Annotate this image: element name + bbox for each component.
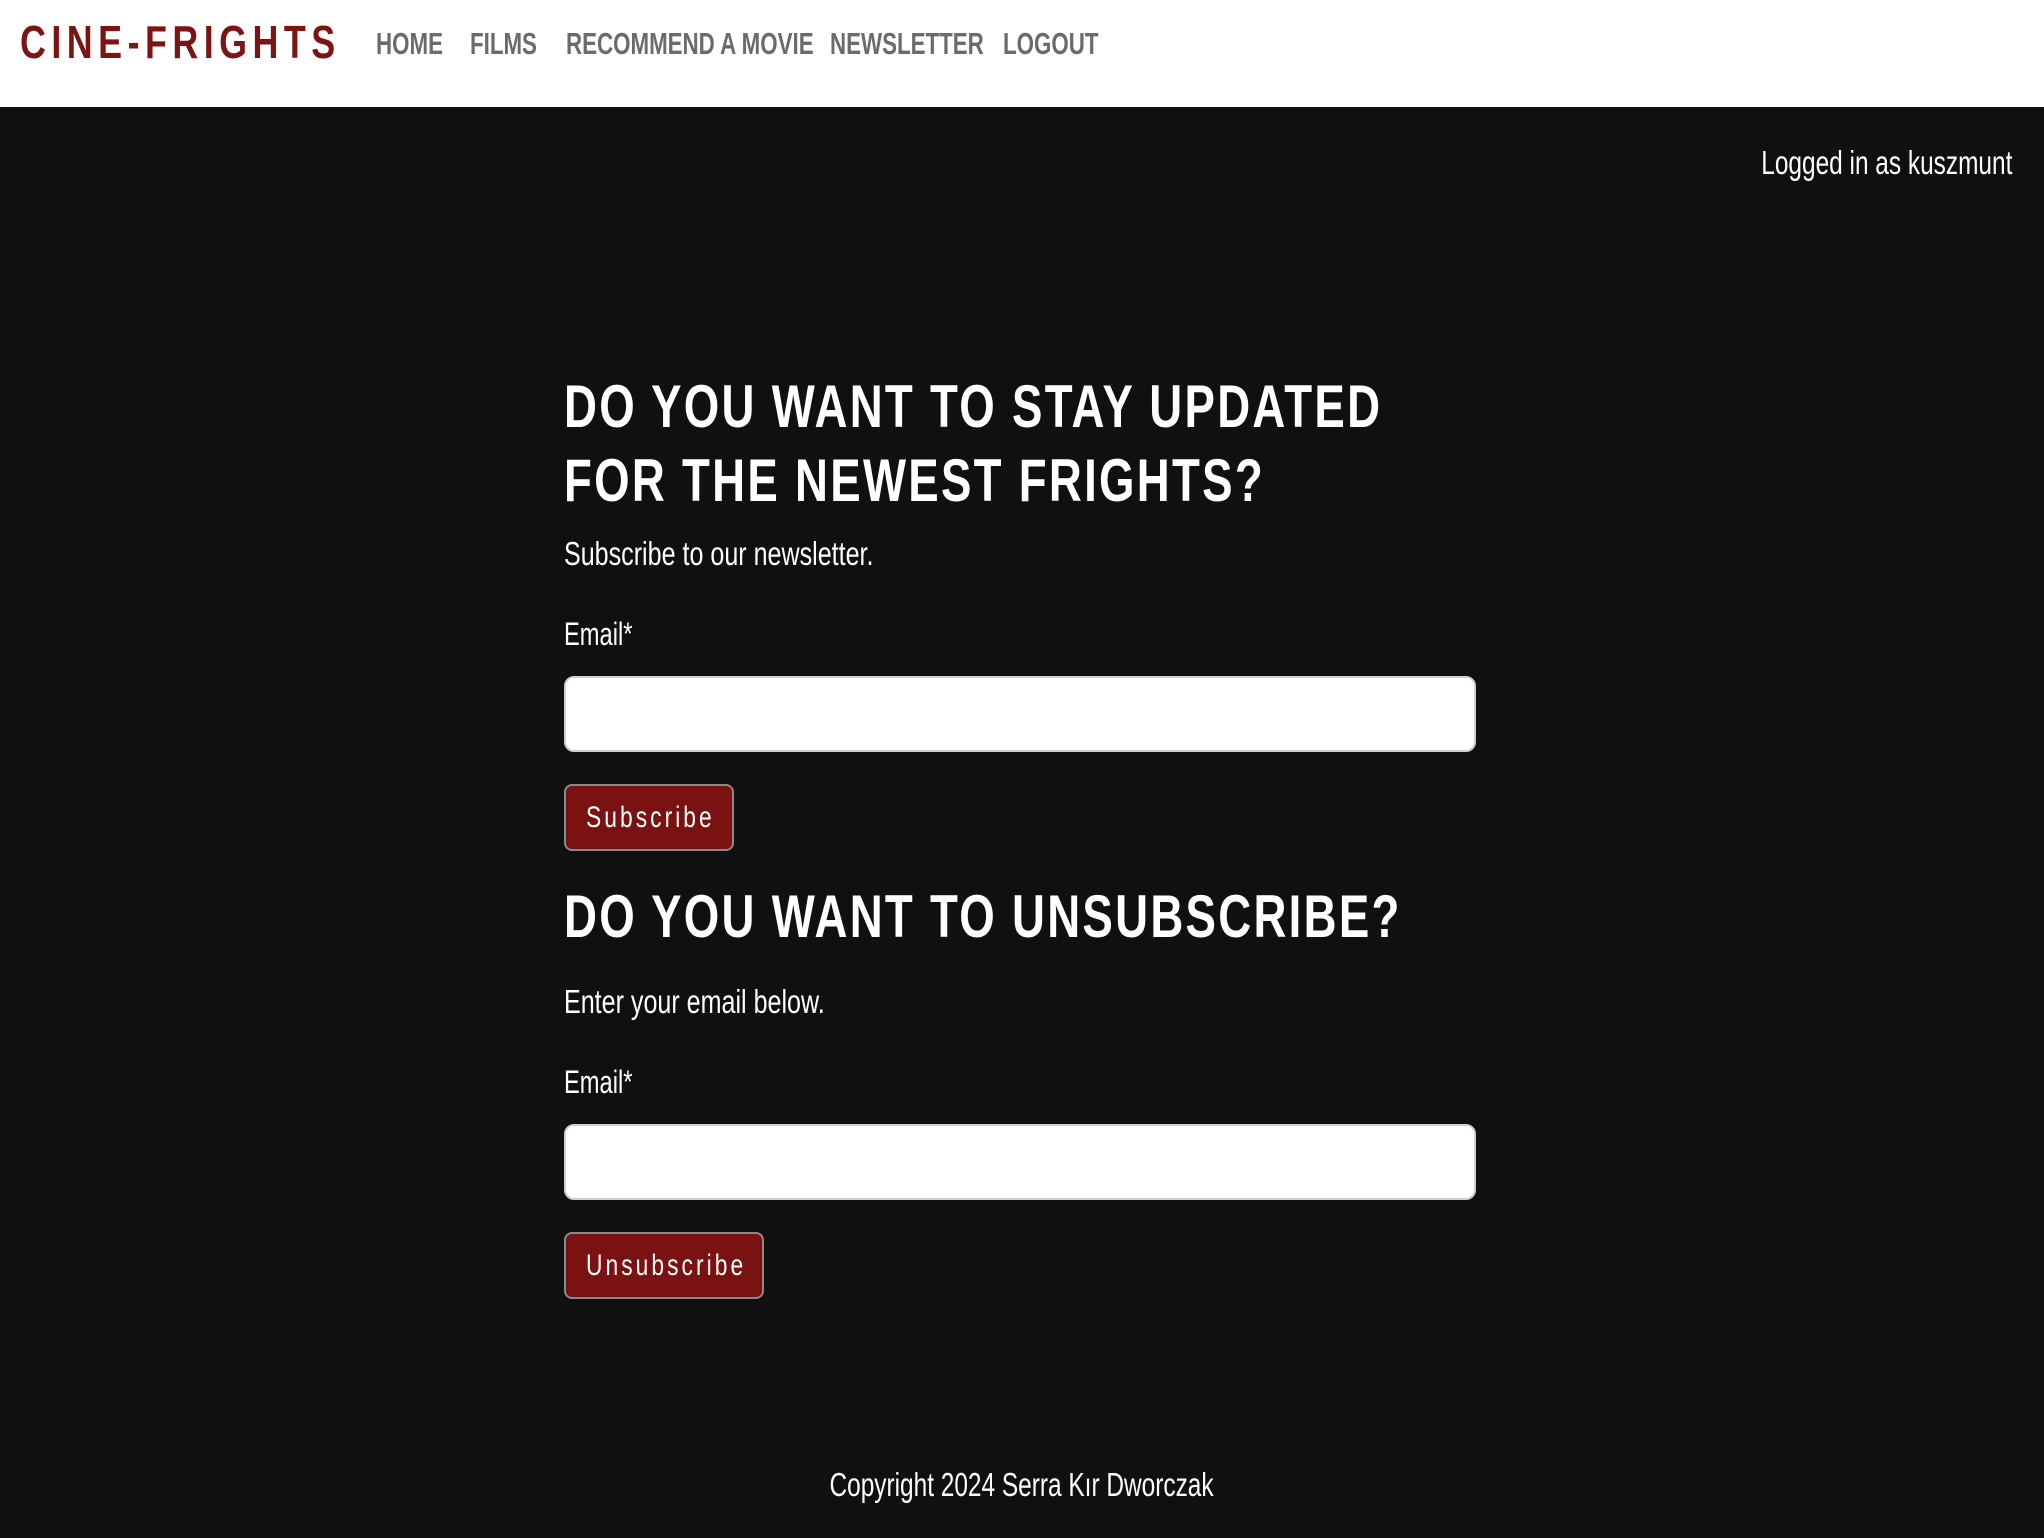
unsubscribe-button[interactable]: Unsubscribe bbox=[564, 1232, 764, 1299]
subscribe-button-label: Subscribe bbox=[586, 801, 715, 834]
newsletter-content: DO YOU WANT TO STAY UPDATED FOR THE NEWE… bbox=[564, 370, 1476, 1302]
subscribe-button[interactable]: Subscribe bbox=[564, 784, 734, 851]
nav-films[interactable]: FILMS bbox=[470, 22, 537, 66]
nav-recommend-a-movie[interactable]: RECOMMEND A MOVIE bbox=[566, 22, 814, 66]
subscribe-text: Subscribe to our newsletter. bbox=[564, 535, 874, 572]
subscribe-heading: DO YOU WANT TO STAY UPDATED FOR THE NEWE… bbox=[564, 373, 1383, 514]
brand-logo[interactable]: CINE-FRIGHTS bbox=[20, 13, 341, 71]
nav-home[interactable]: HOME bbox=[376, 22, 443, 66]
nav-newsletter[interactable]: NEWSLETTER bbox=[830, 22, 984, 66]
unsubscribe-text: Enter your email below. bbox=[564, 983, 825, 1020]
top-navbar: CINE-FRIGHTS HOME FILMS RECOMMEND A MOVI… bbox=[0, 0, 2044, 107]
subscribe-email-label: Email* bbox=[564, 616, 633, 652]
unsubscribe-button-label: Unsubscribe bbox=[586, 1249, 747, 1282]
copyright-text: Copyright 2024 Serra Kır Dworczak bbox=[829, 1466, 1215, 1503]
subscribe-email-input[interactable] bbox=[564, 676, 1476, 752]
logged-in-status: Logged in as kuszmunt bbox=[1760, 144, 2012, 181]
unsubscribe-email-label: Email* bbox=[564, 1064, 633, 1100]
nav-logout[interactable]: LOGOUT bbox=[1003, 22, 1098, 66]
footer: Copyright 2024 Serra Kır Dworczak bbox=[0, 1462, 2044, 1508]
unsubscribe-heading: DO YOU WANT TO UNSUBSCRIBE? bbox=[564, 883, 1402, 950]
subscribe-section: DO YOU WANT TO STAY UPDATED FOR THE NEWE… bbox=[564, 370, 1476, 854]
unsubscribe-section: DO YOU WANT TO UNSUBSCRIBE? Enter your e… bbox=[564, 880, 1476, 1302]
unsubscribe-email-input[interactable] bbox=[564, 1124, 1476, 1200]
